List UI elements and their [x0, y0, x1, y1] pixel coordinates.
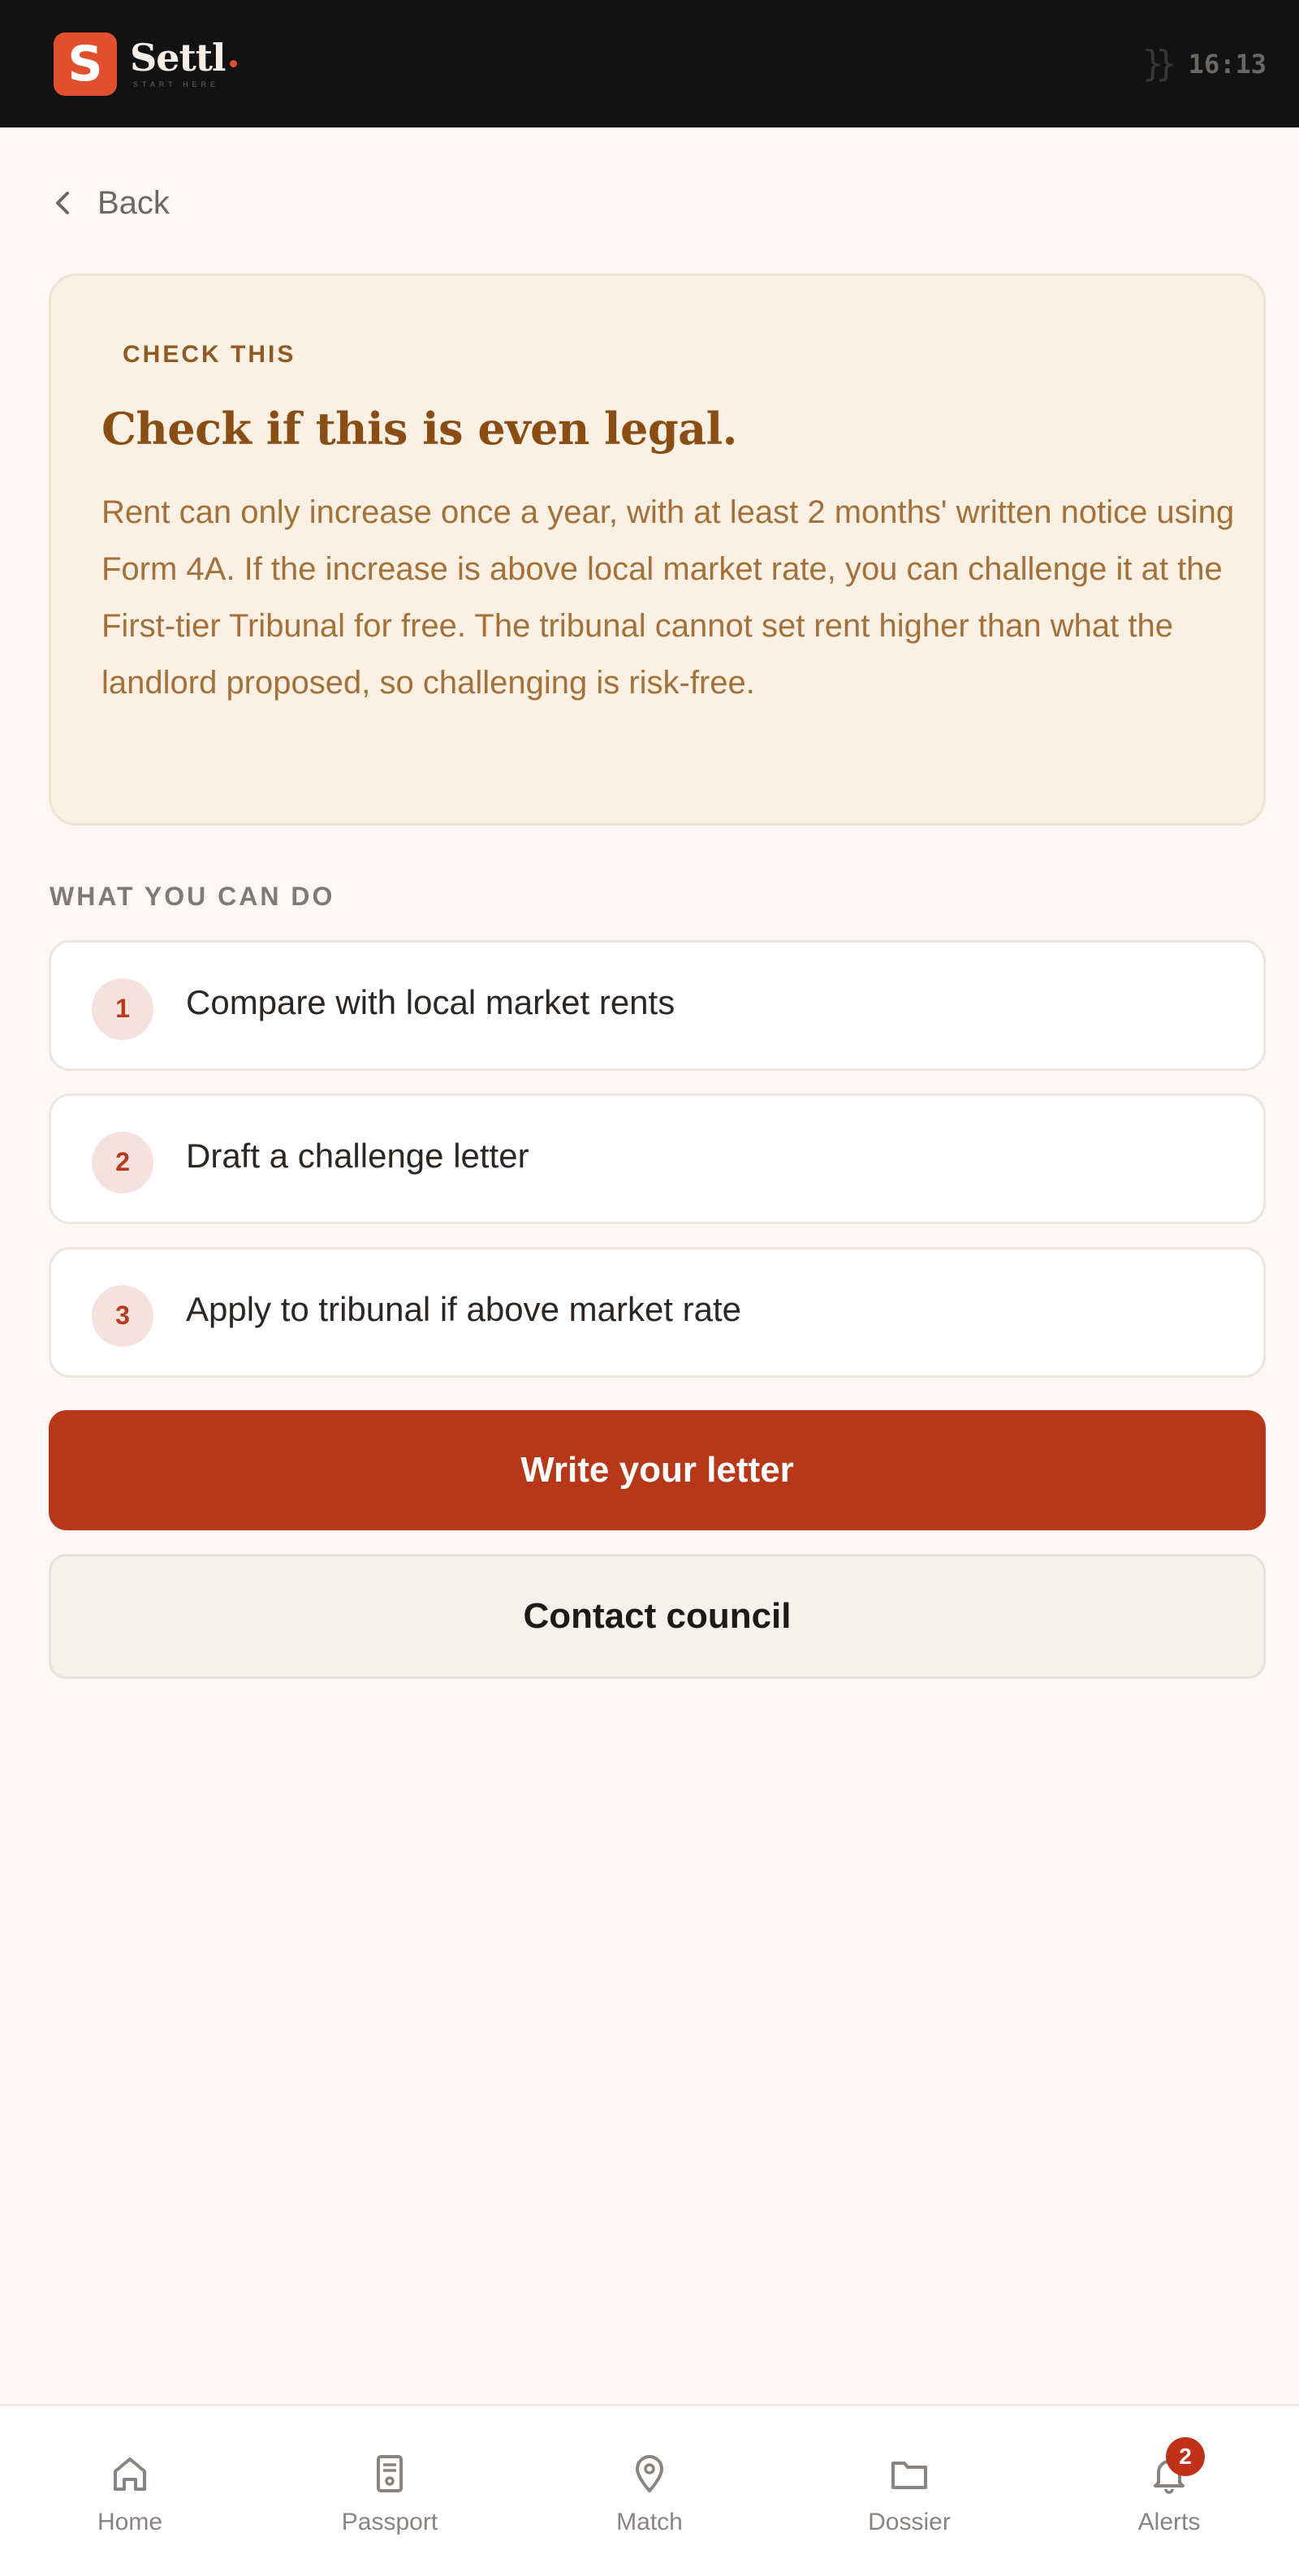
folder-icon — [891, 2462, 927, 2489]
step-label: Compare with local market rents — [186, 982, 675, 1021]
home-icon — [114, 2457, 146, 2491]
step-label: Apply to tribunal if above market rate — [186, 1289, 742, 1328]
back-button[interactable]: Back — [50, 180, 170, 226]
nav-item-passport[interactable]: Passport — [260, 2406, 520, 2576]
status-area: }} 16:13 — [1142, 43, 1267, 84]
brace-icon: }} — [1141, 43, 1177, 84]
brand-name-row: Settl — [130, 36, 238, 80]
chevron-left-icon — [56, 192, 69, 214]
nav-label: Alerts — [1137, 2509, 1201, 2535]
step-item[interactable]: 1 Compare with local market rents — [49, 940, 1266, 1071]
clock: 16:13 — [1188, 48, 1267, 80]
step-number-badge: 1 — [92, 977, 153, 1040]
bottom-nav: Home Passport Match Dossier 2 Alerts — [0, 2404, 1299, 2576]
brand-text: Settl START HERE — [130, 36, 238, 88]
location-pin-icon — [636, 2455, 663, 2492]
alerts-count-badge: 2 — [1166, 2437, 1205, 2476]
brand-tagline: START HERE — [133, 80, 220, 88]
brand-name: Settl — [130, 36, 226, 80]
step-label: Draft a challenge letter — [186, 1136, 529, 1175]
nav-label: Passport — [341, 2509, 438, 2535]
nav-item-dossier[interactable]: Dossier — [779, 2406, 1039, 2576]
card-eyebrow: CHECK THIS — [123, 341, 296, 368]
card-body: Rent can only increase once a year, with… — [101, 494, 1235, 701]
step-number-badge: 3 — [92, 1284, 153, 1347]
nav-item-alerts[interactable]: 2 Alerts — [1039, 2406, 1299, 2576]
back-label: Back — [97, 184, 170, 221]
section-label: WHAT YOU CAN DO — [50, 882, 335, 911]
brand-dot — [230, 60, 238, 67]
top-bar: S Settl START HERE }} 16:13 — [0, 0, 1299, 127]
step-item[interactable]: 3 Apply to tribunal if above market rate — [49, 1247, 1266, 1378]
legal-check-card: CHECK THIS Check if this is even legal. … — [49, 274, 1266, 826]
step-number-badge: 2 — [92, 1131, 153, 1193]
passport-icon — [377, 2455, 403, 2492]
card-title: Check if this is even legal. — [101, 403, 737, 455]
nav-label: Home — [97, 2509, 163, 2535]
step-item[interactable]: 2 Draft a challenge letter — [49, 1094, 1266, 1224]
write-letter-button[interactable]: Write your letter — [49, 1410, 1266, 1530]
brand-logo[interactable]: S Settl START HERE — [54, 32, 238, 96]
nav-item-match[interactable]: Match — [520, 2406, 779, 2576]
nav-label: Dossier — [868, 2509, 951, 2535]
nav-item-home[interactable]: Home — [0, 2406, 260, 2576]
logo-mark-icon: S — [54, 32, 117, 96]
nav-label: Match — [616, 2509, 683, 2535]
contact-council-button[interactable]: Contact council — [49, 1554, 1266, 1679]
